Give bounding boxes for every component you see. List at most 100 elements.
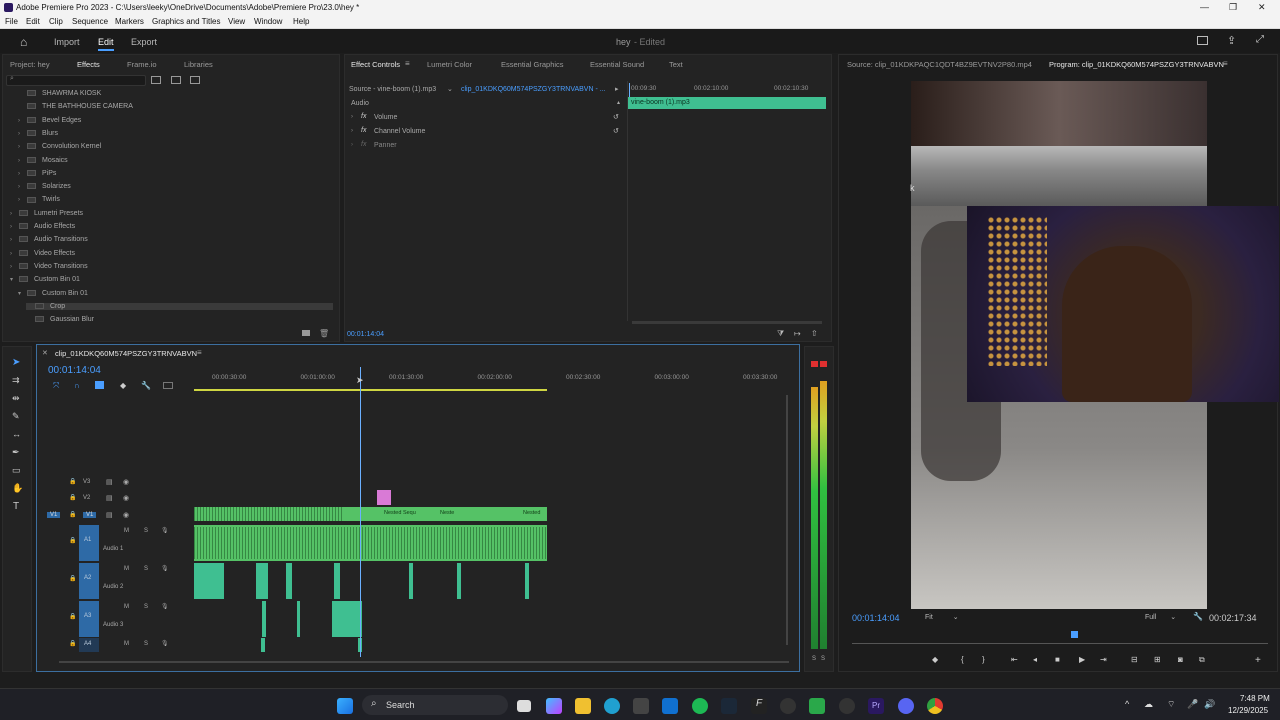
mute-button[interactable]: M <box>124 528 129 534</box>
step-forward-icon[interactable]: ⇥ <box>1100 655 1107 664</box>
steam-icon[interactable] <box>721 698 737 714</box>
tab-edit[interactable]: Edit <box>98 37 114 51</box>
disclosure-triangle-icon[interactable]: › <box>18 158 27 164</box>
solo-left[interactable]: S <box>812 656 816 662</box>
disclosure-triangle-icon[interactable]: › <box>18 184 27 190</box>
share-icon[interactable]: ⇪ <box>1227 34 1236 47</box>
32bit-filter-icon[interactable] <box>171 76 181 84</box>
fit-select[interactable]: Fit ⌄ <box>925 613 963 621</box>
share-icon[interactable]: ⇧ <box>811 329 818 338</box>
filter-icon[interactable]: ⧩ <box>777 329 784 339</box>
menu-edit[interactable]: Edit <box>26 17 40 26</box>
mute-button[interactable]: M <box>124 604 129 610</box>
effects-folder[interactable]: › Convolution Kernel <box>18 143 333 150</box>
microphone-icon[interactable]: 🎙 <box>161 527 169 534</box>
effects-folder[interactable]: ▾ Custom Bin 01 <box>10 276 333 283</box>
menu-file[interactable]: File <box>5 17 18 26</box>
disclosure-triangle-icon[interactable]: › <box>18 131 27 137</box>
wrench-icon[interactable]: 🔧 <box>141 381 151 390</box>
panel-menu-icon[interactable]: ≡ <box>197 348 202 357</box>
file-explorer-icon[interactable] <box>575 698 591 714</box>
premiere-icon[interactable]: Pr <box>868 698 884 714</box>
app-arrow-icon[interactable] <box>780 698 796 714</box>
lock-icon[interactable]: 🔒 <box>69 537 76 544</box>
effect-item[interactable]: Gaussian Blur <box>26 316 333 323</box>
add-marker-icon[interactable]: ◆ <box>932 655 938 664</box>
disclosure-triangle-icon[interactable]: › <box>10 264 19 270</box>
disclosure-triangle-icon[interactable]: ▾ <box>18 290 27 297</box>
disclosure-triangle-icon[interactable]: › <box>18 171 27 177</box>
mark-out-icon[interactable]: } <box>982 655 985 664</box>
close-icon[interactable]: ✕ <box>1258 2 1266 13</box>
audio-track-header[interactable]: 🔒 A1 M S 🎙 Audio 1 <box>45 525 190 561</box>
work-area-bar[interactable] <box>194 389 547 391</box>
clock-time[interactable]: 7:48 PM <box>1240 694 1270 703</box>
resolution-select[interactable]: Full ⌄ <box>1145 613 1185 621</box>
eye-icon[interactable]: ◉ <box>123 511 129 519</box>
microphone-icon[interactable]: 🎤 <box>1187 699 1198 710</box>
extract-icon[interactable]: ⊞ <box>1154 655 1161 664</box>
tab-effects[interactable]: Effects <box>77 60 100 69</box>
effects-folder[interactable]: › Bevel Edges <box>18 117 333 124</box>
disclosure-triangle-icon[interactable]: › <box>18 144 27 150</box>
clip-a3[interactable] <box>297 601 300 637</box>
solo-button[interactable]: S <box>144 604 148 610</box>
cloud-icon[interactable]: ☁ <box>1144 699 1153 710</box>
audio-source-patch[interactable]: A4 <box>79 638 99 652</box>
nest-icon[interactable]: ⤧ <box>53 381 59 391</box>
track-id[interactable]: V2 <box>83 495 90 501</box>
effects-folder[interactable]: › Mosaics <box>18 157 333 164</box>
tab-sequence[interactable]: clip_01KDKQ60M574PSZGY3TRNVABVN <box>55 349 197 358</box>
track-id[interactable]: V1 <box>83 512 97 518</box>
volume-icon[interactable]: 🔊 <box>1204 699 1215 710</box>
effects-folder[interactable]: › Blurs <box>18 130 333 137</box>
trash-icon[interactable]: 🗑 <box>319 329 329 338</box>
mute-button[interactable]: M <box>124 641 129 647</box>
preset-item[interactable]: SHAWRMA KIOSK <box>18 90 333 97</box>
chrome-icon[interactable] <box>927 698 943 714</box>
microphone-icon[interactable]: 🎙 <box>161 640 169 647</box>
yuv-filter-icon[interactable] <box>190 76 200 84</box>
toggle-sync-icon[interactable]: ▤ <box>106 478 113 486</box>
program-scrub-bar[interactable] <box>852 643 1268 644</box>
disclosure-triangle-icon[interactable]: › <box>10 224 19 230</box>
effects-folder[interactable]: › Audio Transitions <box>10 236 333 243</box>
tab-effect-controls[interactable]: Effect Controls <box>351 60 400 69</box>
export-frame-icon[interactable]: ◙ <box>1178 655 1183 664</box>
disclosure-triangle-icon[interactable]: › <box>10 251 19 257</box>
program-timecode[interactable]: 00:01:14:04 <box>852 613 900 623</box>
home-icon[interactable]: ⌂ <box>20 35 27 49</box>
stop-icon[interactable]: ■ <box>1055 655 1060 664</box>
disclosure-triangle-icon[interactable]: › <box>18 118 27 124</box>
chevron-up-icon[interactable]: ^ <box>1125 699 1129 709</box>
close-icon[interactable]: ✕ <box>42 349 48 357</box>
effect-row-volume[interactable]: › fx Volume ↺ <box>349 113 625 125</box>
clip-a2[interactable] <box>286 563 292 599</box>
effects-folder[interactable]: › Audio Effects <box>10 223 333 230</box>
menu-sequence[interactable]: Sequence <box>72 17 108 26</box>
tab-export[interactable]: Export <box>131 37 157 47</box>
timeline-timecode[interactable]: 00:01:14:04 <box>48 365 101 376</box>
clip-a2[interactable] <box>409 563 413 599</box>
disclosure-triangle-icon[interactable]: › <box>10 211 19 217</box>
audio-track-header[interactable]: 🔒 A3 M S 🎙 Audio 3 <box>45 601 190 637</box>
hand-icon[interactable]: ✋ <box>12 483 23 494</box>
menu-window[interactable]: Window <box>254 17 282 26</box>
minimize-icon[interactable]: — <box>1200 2 1209 12</box>
chatgpt-icon[interactable] <box>839 698 855 714</box>
effects-folder[interactable]: ▾ Custom Bin 01 <box>18 290 333 297</box>
selection-tool-icon[interactable]: ➤ <box>12 357 20 368</box>
outlook-icon[interactable] <box>662 698 678 714</box>
panel-menu-icon[interactable]: ≡ <box>1223 59 1228 68</box>
clip-v2-pink[interactable] <box>377 490 391 505</box>
snap-icon[interactable]: ∩ <box>74 381 80 390</box>
add-marker-icon[interactable]: ◆ <box>120 381 126 390</box>
play-audio-icon[interactable]: ▸ <box>615 85 619 93</box>
ec-timecode[interactable]: 00:01:14:04 <box>347 331 384 338</box>
tab-lumetri-color[interactable]: Lumetri Color <box>427 60 472 69</box>
pen-icon[interactable]: ✒ <box>12 447 20 458</box>
menu-help[interactable]: Help <box>293 17 309 26</box>
tab-source[interactable]: Source: clip_01KDKPAQC1QDT4BZ9EVTNV2P80.… <box>847 60 1032 69</box>
v1-source-patch[interactable]: V1 <box>47 512 61 518</box>
lock-icon[interactable]: 🔒 <box>69 478 76 485</box>
